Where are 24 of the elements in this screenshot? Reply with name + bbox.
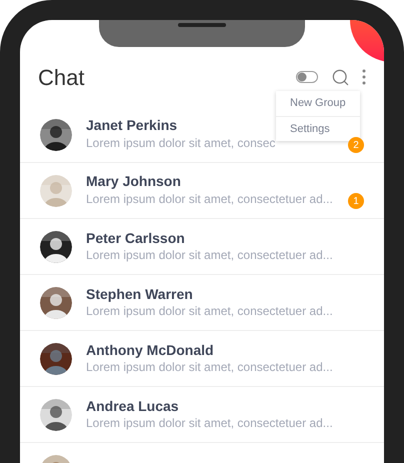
message-preview: Lorem ipsum dolor sit amet, consectetuer ad... — [86, 247, 333, 264]
chat-row[interactable]: Anthony McDonald Lorem ipsum dolor sit amet, consectetuer ad... — [20, 331, 384, 387]
search-icon[interactable] — [331, 68, 350, 86]
chat-row[interactable]: Stephen Warren Lorem ipsum dolor sit amet, consectetuer ad... — [20, 275, 384, 331]
chat-row[interactable]: Mary Johnson Lorem ipsum dolor sit amet, consectetuer ad... 1 — [20, 163, 384, 219]
unread-badge: 1 — [348, 193, 364, 209]
more-icon[interactable] — [362, 69, 366, 85]
message-preview: Lorem ipsum dolor sit amet, consectetuer ad... — [86, 415, 333, 432]
contact-name: Janet Perkins — [86, 116, 178, 134]
message-preview: Lorem ipsum dolor sit amet, consectetuer ad... — [86, 303, 333, 320]
toggle-icon[interactable] — [296, 71, 318, 83]
contact-name: Peter Carlsson — [86, 229, 185, 247]
message-preview: Lorem ipsum dolor sit amet, consectetuer ad... — [86, 191, 333, 208]
message-preview: Lorem ipsum dolor sit amet, consec — [86, 135, 276, 152]
contact-name: Anthony McDonald — [86, 341, 214, 359]
unread-badge: 2 — [348, 137, 364, 153]
message-preview: Lorem ipsum dolor sit amet, consectetuer ad... — [86, 359, 333, 376]
chat-row[interactable]: Peter Carlsson Lorem ipsum dolor sit amet, consectetuer ad... — [20, 219, 384, 275]
contact-name: Mary Johnson — [86, 172, 181, 190]
contact-name: Andrea Lucas — [86, 397, 179, 415]
contact-name: Stephen Warren — [86, 285, 193, 303]
chat-row[interactable]: Andrea Lucas Lorem ipsum dolor sit amet, consectetuer ad... — [20, 387, 384, 443]
page-title: Chat — [38, 64, 86, 92]
speaker — [178, 23, 226, 27]
